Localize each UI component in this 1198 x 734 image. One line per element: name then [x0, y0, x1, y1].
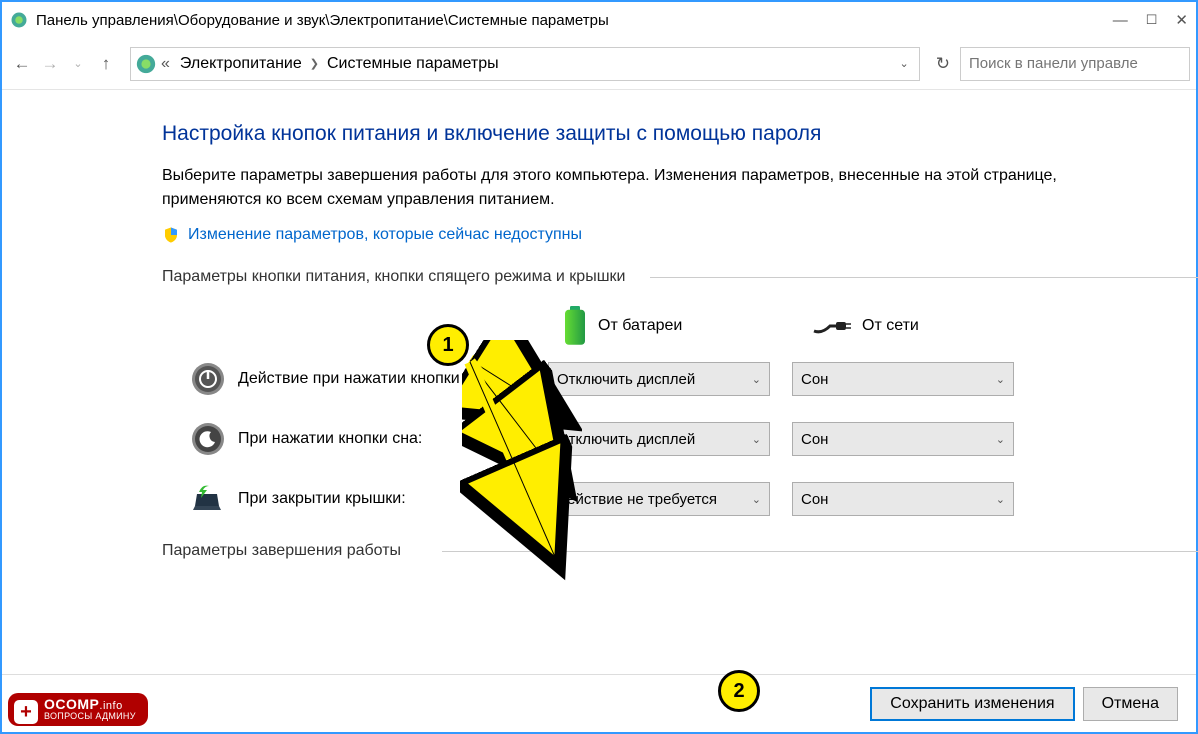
chevron-right-icon: ❯	[310, 57, 319, 70]
sleep-button-label: При нажатии кнопки сна:	[238, 429, 548, 450]
change-unavailable-settings-link[interactable]: Изменение параметров, которые сейчас нед…	[162, 226, 1196, 244]
chevron-down-icon: ⌄	[996, 433, 1005, 446]
column-headers: От батареи От сети	[562, 306, 1196, 346]
search-input[interactable]	[969, 55, 1181, 72]
annotation-marker-2: 2	[718, 670, 760, 712]
badge-domain: .info	[99, 700, 122, 712]
annotation-marker-1-text: 1	[442, 334, 453, 357]
nav-history-dropdown[interactable]: ⌄	[64, 57, 92, 70]
power-button-label: Действие при нажатии кнопки питания:	[238, 369, 548, 390]
sleep-button-plugged-value: Сон	[801, 431, 828, 448]
lid-close-plugged-dropdown[interactable]: Сон ⌄	[792, 482, 1014, 516]
sleep-button-battery-dropdown[interactable]: Отключить дисплей ⌄	[548, 422, 770, 456]
sleep-button-icon	[191, 422, 225, 456]
window-maximize-button[interactable]: ☐	[1146, 12, 1158, 28]
content-area: Настройка кнопок питания и включение защ…	[2, 90, 1196, 560]
power-button-battery-dropdown[interactable]: Отключить дисплей ⌄	[548, 362, 770, 396]
nav-up-button[interactable]: ↑	[92, 54, 120, 74]
chevron-down-icon: ⌄	[752, 493, 761, 506]
chevron-down-icon: ⌄	[996, 373, 1005, 386]
breadcrumb-item-system-settings[interactable]: Системные параметры	[327, 55, 499, 73]
window-minimize-button[interactable]: —	[1113, 12, 1128, 29]
sleep-button-plugged-dropdown[interactable]: Сон ⌄	[792, 422, 1014, 456]
page-description: Выберите параметры завершения работы для…	[162, 164, 1092, 212]
lid-close-label: При закрытии крышки:	[238, 489, 548, 510]
window-titlebar: Панель управления\Оборудование и звук\Эл…	[2, 2, 1196, 38]
plug-icon	[812, 316, 852, 336]
sleep-button-row: При нажатии кнопки сна: Отключить диспле…	[162, 422, 1196, 456]
cancel-button[interactable]: Отмена	[1083, 687, 1178, 721]
badge-brand: OCOMP	[44, 696, 99, 712]
section-buttons-title: Параметры кнопки питания, кнопки спящего…	[162, 268, 1196, 286]
annotation-marker-2-text: 2	[733, 680, 744, 703]
power-button-plugged-value: Сон	[801, 371, 828, 388]
page-heading: Настройка кнопок питания и включение защ…	[162, 122, 1196, 146]
ocomp-watermark: + OCOMP.info ВОПРОСЫ АДМИНУ	[8, 693, 148, 726]
uac-shield-icon	[162, 226, 180, 244]
column-battery-label: От батареи	[598, 317, 682, 335]
footer-bar: Сохранить изменения Отмена	[2, 674, 1196, 732]
annotation-marker-1: 1	[427, 324, 469, 366]
navigation-toolbar: ← → ⌄ ↑ « Электропитание ❯ Системные пар…	[2, 38, 1196, 90]
app-icon	[10, 11, 28, 29]
sleep-button-battery-value: Отключить дисплей	[557, 431, 695, 448]
battery-icon	[562, 306, 588, 346]
lid-close-battery-value: Действие не требуется	[557, 491, 717, 508]
lid-close-battery-dropdown[interactable]: Действие не требуется ⌄	[548, 482, 770, 516]
window-close-button[interactable]: ✕	[1175, 11, 1188, 29]
power-button-battery-value: Отключить дисплей	[557, 371, 695, 388]
lid-close-row: При закрытии крышки: Действие не требует…	[162, 482, 1196, 516]
section-shutdown-title: Параметры завершения работы	[162, 542, 1196, 560]
power-button-icon	[191, 362, 225, 396]
lid-close-icon	[191, 482, 225, 516]
address-dropdown-button[interactable]: ⌄	[894, 57, 915, 70]
window-title: Панель управления\Оборудование и звук\Эл…	[36, 12, 1113, 29]
refresh-button[interactable]: ↻	[926, 54, 960, 74]
plus-icon: +	[14, 700, 38, 724]
chevron-down-icon: ⌄	[996, 493, 1005, 506]
chevron-down-icon: ⌄	[752, 433, 761, 446]
cancel-button-label: Отмена	[1102, 695, 1159, 713]
power-options-icon	[135, 53, 157, 75]
save-button-label: Сохранить изменения	[890, 695, 1054, 713]
uac-link-text: Изменение параметров, которые сейчас нед…	[188, 226, 582, 244]
badge-tagline: ВОПРОСЫ АДМИНУ	[44, 712, 136, 722]
breadcrumb-item-power[interactable]: Электропитание	[180, 55, 302, 73]
breadcrumb-prefix: «	[161, 55, 170, 73]
power-button-row: Действие при нажатии кнопки питания: Отк…	[162, 362, 1196, 396]
nav-back-button[interactable]: ←	[8, 54, 36, 74]
address-bar[interactable]: « Электропитание ❯ Системные параметры ⌄	[130, 47, 920, 81]
power-button-plugged-dropdown[interactable]: Сон ⌄	[792, 362, 1014, 396]
save-button[interactable]: Сохранить изменения	[870, 687, 1074, 721]
search-box[interactable]	[960, 47, 1190, 81]
column-plugged-label: От сети	[862, 317, 919, 335]
nav-forward-button[interactable]: →	[36, 54, 64, 74]
chevron-down-icon: ⌄	[752, 373, 761, 386]
lid-close-plugged-value: Сон	[801, 491, 828, 508]
